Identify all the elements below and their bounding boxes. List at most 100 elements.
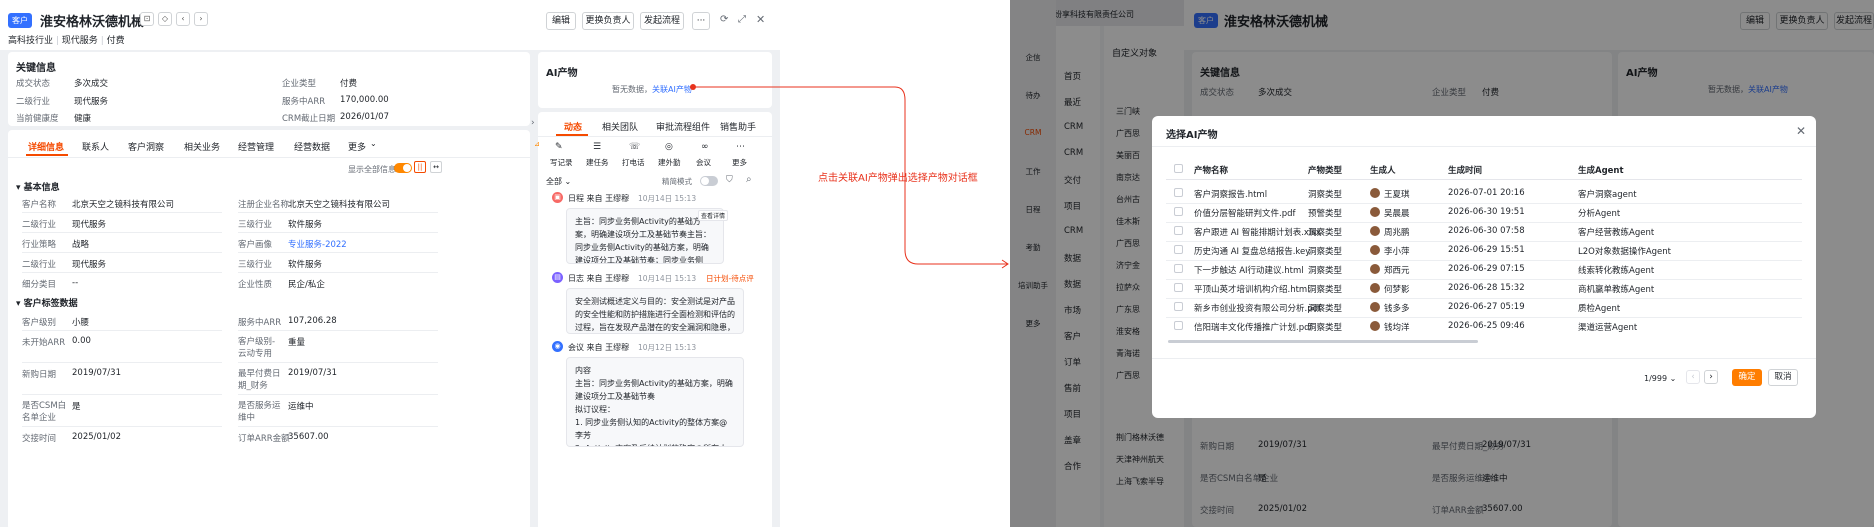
divider [1166, 279, 1802, 280]
feed-content: 内容 主旨：同步业务侧Activity的基础方案，明确建设项分工及基础节奏 拟订… [566, 357, 744, 447]
column-layout-icon[interactable]: || [414, 161, 426, 173]
divider [1166, 203, 1802, 204]
created-time: 2026-06-29 07:15 [1448, 264, 1525, 274]
row-checkbox[interactable] [1174, 245, 1183, 254]
divider [1166, 241, 1802, 242]
action-write-record[interactable]: 写记录 [550, 157, 573, 168]
action-call[interactable]: 打电话 [622, 157, 645, 168]
product-name-link[interactable]: 客户洞察报告.html [1194, 188, 1267, 200]
lock-icon[interactable]: ⊡ [140, 12, 154, 26]
location-icon[interactable]: ◎ [665, 142, 673, 152]
row-checkbox[interactable] [1174, 207, 1183, 216]
chevron-down-icon[interactable]: ⌄ [370, 139, 377, 148]
field-label: 客户名称 [22, 200, 57, 210]
field-value: 0.00 [72, 336, 91, 346]
tab-detail[interactable]: 详细信息 [28, 140, 64, 153]
product-name-link[interactable]: 平顶山英才培训机构介绍.html [1194, 283, 1310, 295]
feed-heading: 日程 来自 王缪穆 [568, 194, 630, 203]
field-label: 行业策略 [22, 240, 57, 250]
phone-icon[interactable]: ☏ [629, 142, 640, 152]
field-value: 战略 [72, 240, 90, 250]
fullscreen-icon[interactable]: ⤢ [738, 14, 746, 25]
agent: 客户经营教练Agent [1578, 228, 1655, 238]
action-field-visit[interactable]: 建外勤 [658, 157, 681, 168]
change-owner-button[interactable]: 更换负责人 [582, 12, 634, 30]
pin-icon[interactable]: ⊿ [534, 140, 540, 148]
product-name-link[interactable]: 新乡市创业投资有限公司分析.pdf [1194, 302, 1321, 314]
section-labels[interactable]: ▾ 客户标签数据 [16, 296, 78, 309]
section-title: 客户标签数据 [23, 299, 78, 309]
filter-dropdown[interactable]: 全部 ⌄ [546, 176, 571, 187]
field-label: 成交状态 [16, 79, 51, 89]
breadcrumb-item[interactable]: 高科技行业 [8, 36, 53, 46]
divider [22, 252, 222, 253]
product-type: 洞察类型 [1308, 266, 1343, 276]
tab-activity[interactable]: 动态 [564, 120, 582, 133]
collapse-arrow-icon[interactable]: › [531, 118, 535, 128]
close-icon[interactable]: ✕ [756, 13, 765, 26]
show-all-toggle[interactable] [394, 163, 412, 173]
close-icon[interactable]: ✕ [1796, 124, 1806, 138]
horizontal-scrollbar[interactable] [1168, 340, 1478, 343]
field-label: 二级行业 [22, 260, 57, 270]
row-checkbox[interactable] [1174, 264, 1183, 273]
field-value: 运维中 [288, 402, 314, 412]
cancel-button[interactable]: 取消 [1768, 369, 1798, 386]
product-name-link[interactable]: 历史沟通 AI 复盘总结报告.key [1194, 245, 1310, 257]
more-button[interactable]: ··· [692, 12, 710, 30]
ai-empty-label: 暂无数据， [612, 85, 652, 94]
product-name-link[interactable]: 价值分层智能研判文件.pdf [1194, 207, 1296, 219]
agent: L2O对象数据操作Agent [1578, 247, 1671, 257]
section-basic[interactable]: ▾ 基本信息 [16, 180, 60, 193]
prev-icon[interactable]: ‹ [176, 12, 190, 26]
tab-more[interactable]: 更多 [348, 140, 366, 153]
creator: 钱均洋 [1384, 323, 1410, 333]
product-name-link[interactable]: 下一步触达 AI行动建议.html [1194, 264, 1304, 276]
record-header: 客户 淮安格林沃德机械 ⊡ ◇ ‹ › 高科技行业 | 现代服务 | 付费 编辑… [0, 0, 780, 50]
breadcrumb-item[interactable]: 现代服务 [62, 36, 98, 46]
tab-contacts[interactable]: 联系人 [82, 140, 109, 153]
refresh-icon[interactable]: ⟳ [720, 14, 728, 25]
select-all-checkbox[interactable] [1174, 164, 1183, 173]
breadcrumb-item[interactable]: 付费 [107, 36, 125, 46]
product-name-link[interactable]: 客户跟进 AI 智能排期计划表.xlsx [1194, 226, 1321, 238]
edit-button[interactable]: 编辑 [546, 12, 576, 30]
start-flow-button[interactable]: 发起流程 [640, 12, 684, 30]
field-label: 是否CSM白名单企业 [22, 401, 67, 423]
row-checkbox[interactable] [1174, 188, 1183, 197]
field-label: 企业性质 [238, 280, 273, 290]
next-icon[interactable]: › [194, 12, 208, 26]
row-checkbox[interactable] [1174, 302, 1183, 311]
detail-card: 详细信息 联系人 客户洞察 相关业务 经营管理 经营数据 更多 ⌄ 显示全部信息… [8, 130, 530, 527]
row-checkbox[interactable] [1174, 226, 1183, 235]
section-title: 基本信息 [23, 183, 60, 193]
field-value: 是 [72, 402, 81, 412]
tab-management[interactable]: 经营管理 [238, 140, 274, 153]
prev-page-icon[interactable]: ‹ [1686, 370, 1700, 384]
action-create-task[interactable]: 建任务 [586, 157, 609, 168]
pager-select[interactable]: 1/999 ⌄ [1644, 374, 1676, 383]
tab-data[interactable]: 经营数据 [294, 140, 330, 153]
feed-time: 10月14日 15:13 [638, 194, 697, 203]
tag-icon[interactable]: ◇ [158, 12, 172, 26]
breadcrumb: 高科技行业 | 现代服务 | 付费 [8, 36, 125, 46]
product-name-link[interactable]: 信阳瑞丰文化传播推广计划.pdf [1194, 321, 1313, 333]
next-page-icon[interactable]: › [1704, 370, 1718, 384]
created-time: 2026-06-25 09:46 [1448, 321, 1525, 331]
link-ai-product[interactable]: 关联AI产物 [652, 85, 692, 94]
expand-layout-icon[interactable]: ↔ [430, 161, 442, 173]
field-label: 最早付费日期_财务 [238, 369, 281, 391]
row-checkbox[interactable] [1174, 321, 1183, 330]
tab-insight[interactable]: 客户洞察 [128, 140, 164, 153]
column-header: 生成人 [1370, 166, 1396, 176]
confirm-button[interactable]: 确定 [1732, 369, 1762, 386]
tab-team[interactable]: 相关团队 [602, 120, 638, 133]
field-value: 现代服务 [72, 260, 107, 270]
tab-related[interactable]: 相关业务 [184, 140, 220, 153]
row-checkbox[interactable] [1174, 283, 1183, 292]
field-label: 未开始ARR [22, 338, 66, 348]
task-icon[interactable]: ☰ [593, 142, 601, 152]
customer-profile-link[interactable]: 专业服务-2022 [288, 238, 347, 250]
pen-icon[interactable]: ✎ [555, 142, 563, 152]
divider [22, 272, 222, 273]
